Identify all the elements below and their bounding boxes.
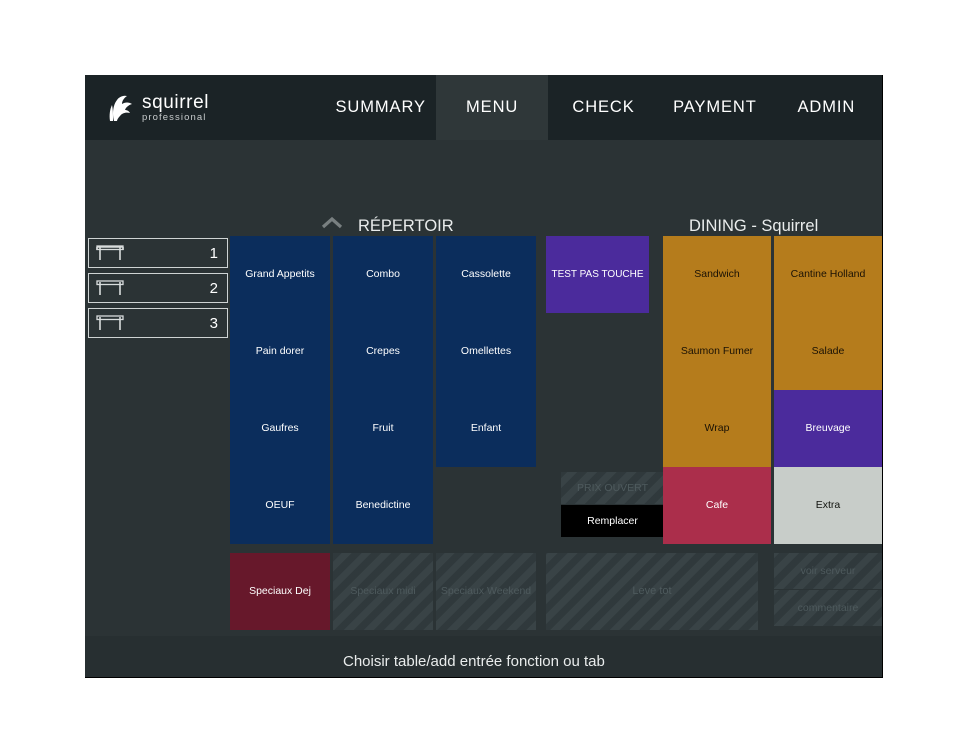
menu-button-remplacer[interactable]: Remplacer bbox=[561, 505, 664, 537]
menu-button-leve-tot: Leve tot bbox=[546, 553, 758, 630]
brand-text: squirrel professional bbox=[142, 93, 209, 123]
function-button-masquer[interactable]: MASQUER bbox=[261, 676, 343, 677]
menu-button-sandwich[interactable]: Sandwich bbox=[663, 236, 771, 313]
menu-button-saumon-fumer[interactable]: Saumon Fumer bbox=[663, 313, 771, 390]
function-button-aff-prix[interactable]: AFF. PRIX bbox=[525, 676, 605, 677]
tab-summary[interactable]: SUMMARY bbox=[325, 75, 436, 140]
table-icon bbox=[96, 315, 124, 330]
function-button-suppr: SUPPR. bbox=[93, 676, 173, 677]
function-button-outrepas[interactable]: OUTREPAS bbox=[177, 676, 257, 677]
right-panel-title: DINING - Squirrel bbox=[689, 217, 819, 235]
menu-button-speciaux-midi: Speciaux midi bbox=[333, 553, 433, 630]
menu-button-cantine-holland[interactable]: Cantine Holland bbox=[774, 236, 882, 313]
squirrel-logo-icon bbox=[109, 95, 132, 121]
menu-button-commentaire: commentaire bbox=[774, 590, 882, 626]
chevron-up-icon[interactable] bbox=[321, 216, 343, 229]
tab-check[interactable]: CHECK bbox=[548, 75, 659, 140]
menu-button-benedictine[interactable]: Benedictine bbox=[333, 467, 433, 544]
instruction-hint: Choisir table/add entrée fonction ou tab bbox=[343, 653, 605, 670]
menu-button-cassolette[interactable]: Cassolette bbox=[436, 236, 536, 313]
menu-button-test-pas-touche[interactable]: TEST PAS TOUCHE bbox=[546, 236, 649, 313]
menu-button-breuvage[interactable]: Breuvage bbox=[774, 390, 882, 467]
tab-admin[interactable]: ADMIN bbox=[771, 75, 882, 140]
function-button-plus-siege[interactable]: + SIÈGE bbox=[695, 676, 775, 677]
menu-button-voir-serveur: voir serveur bbox=[774, 553, 882, 589]
left-panel-title: RÉPERTOIR bbox=[358, 217, 454, 235]
menu-button-salade[interactable]: Salade bbox=[774, 313, 882, 390]
table-row[interactable]: 3 bbox=[88, 308, 228, 338]
tab-menu[interactable]: MENU bbox=[436, 75, 548, 140]
brand-logo: squirrel professional bbox=[85, 75, 325, 140]
menu-button-wrap[interactable]: Wrap bbox=[663, 390, 771, 467]
menu-button-oeuf[interactable]: OEUF bbox=[230, 467, 330, 544]
menu-button-omellettes[interactable]: Omellettes bbox=[436, 313, 536, 390]
menu-button-speciaux-weekend: Speciaux Weekend bbox=[436, 553, 536, 630]
table-number: 2 bbox=[209, 279, 218, 297]
top-navigation-bar: squirrel professional SUMMARY MENU CHECK… bbox=[85, 75, 882, 140]
function-button-tri[interactable]: TRI. bbox=[783, 676, 873, 677]
menu-button-combo[interactable]: Combo bbox=[333, 236, 433, 313]
function-button-sieg[interactable]: SIÈG bbox=[610, 676, 690, 677]
table-row[interactable]: 1 bbox=[88, 238, 228, 268]
menu-button-pain-dorer[interactable]: Pain dorer bbox=[230, 313, 330, 390]
menu-button-fruit[interactable]: Fruit bbox=[333, 390, 433, 467]
menu-button-gaufres[interactable]: Gaufres bbox=[230, 390, 330, 467]
pos-application-window: squirrel professional SUMMARY MENU CHECK… bbox=[85, 75, 883, 678]
table-icon bbox=[96, 245, 124, 260]
tab-payment[interactable]: PAYMENT bbox=[659, 75, 770, 140]
table-number: 3 bbox=[209, 314, 218, 332]
table-row[interactable]: 2 bbox=[88, 273, 228, 303]
menu-button-speciaux-dej[interactable]: Speciaux Dej bbox=[230, 553, 330, 630]
menu-button-cafe[interactable]: Cafe bbox=[663, 467, 771, 544]
function-button-commsuspendue[interactable]: COMMSUSPENDUE bbox=[347, 676, 431, 677]
menu-button-grand-appetits[interactable]: Grand Appetits bbox=[230, 236, 330, 313]
menu-button-crepes[interactable]: Crepes bbox=[333, 313, 433, 390]
main-content-area: RÉPERTOIR DINING - Squirrel 1 2 3 Grand … bbox=[85, 140, 882, 677]
function-button-repertoir[interactable]: RÉPERTOIR bbox=[437, 676, 521, 677]
table-list: 1 2 3 bbox=[88, 238, 228, 343]
bottom-function-toolbar: Choisir table/add entrée fonction ou tab… bbox=[85, 636, 882, 677]
brand-subtitle: professional bbox=[142, 111, 207, 123]
menu-button-enfant[interactable]: Enfant bbox=[436, 390, 536, 467]
table-icon bbox=[96, 280, 124, 295]
table-number: 1 bbox=[209, 244, 218, 262]
menu-button-prix-ouvert: PRIX OUVERT bbox=[561, 472, 664, 504]
brand-name: squirrel bbox=[142, 91, 210, 113]
menu-button-extra[interactable]: Extra bbox=[774, 467, 882, 544]
